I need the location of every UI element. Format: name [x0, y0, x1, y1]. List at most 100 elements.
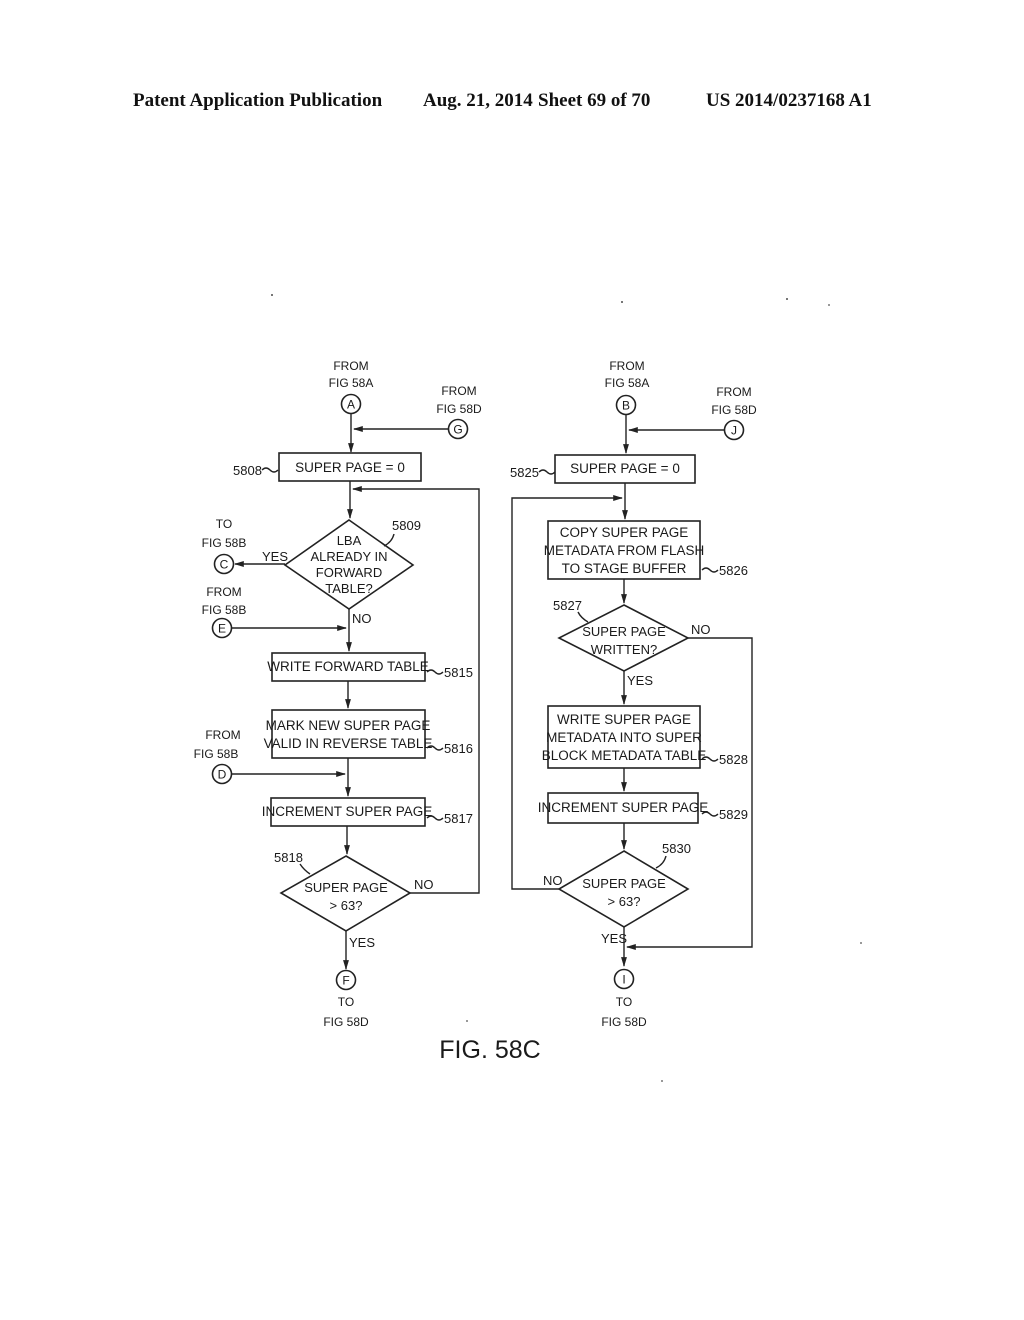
connector-g: FROM FIG 58D G	[436, 384, 482, 440]
connector-i-letter: I	[622, 973, 625, 987]
step-5818-ref: 5818	[274, 850, 303, 865]
step-5825: SUPER PAGE = 0 5825	[510, 454, 696, 484]
step-5827-no: NO	[691, 622, 711, 637]
step-5828-ref: 5828	[719, 752, 748, 767]
step-5817: INCREMENT SUPER PAGE 5817	[262, 797, 473, 827]
connector-c: TO FIG 58B C	[202, 517, 247, 575]
step-5828-line3: BLOCK METADATA TABLE	[542, 748, 707, 763]
step-5809: LBA ALREADY IN FORWARD TABLE? 5809 YES N…	[262, 518, 421, 626]
connector-j-line1: FROM	[716, 385, 751, 399]
connector-c-line2: FIG 58B	[202, 536, 247, 550]
step-5827-ref: 5827	[553, 598, 582, 613]
step-5818-no: NO	[414, 877, 434, 892]
step-5826-line3: TO STAGE BUFFER	[562, 561, 687, 576]
step-5827: SUPER PAGE WRITTEN? 5827 NO YES	[553, 598, 711, 688]
connector-g-letter: G	[453, 423, 462, 437]
step-5826-line2: METADATA FROM FLASH	[544, 543, 705, 558]
step-5829-text: INCREMENT SUPER PAGE	[538, 800, 709, 815]
step-5816-ref: 5816	[444, 741, 473, 756]
step-5808-ref: 5808	[233, 463, 262, 478]
connector-j-letter: J	[731, 424, 737, 438]
connector-a: FROM FIG 58A A	[329, 359, 374, 415]
step-5830-line1: SUPER PAGE	[582, 876, 666, 891]
step-5818-yes: YES	[349, 935, 375, 950]
step-5827-yes: YES	[627, 673, 653, 688]
scan-specks	[271, 294, 862, 1082]
connector-b-line2: FIG 58A	[605, 376, 650, 390]
step-5815: WRITE FORWARD TABLE 5815	[267, 652, 473, 682]
ref-leader	[701, 567, 719, 573]
connector-i: I TO FIG 58D	[601, 968, 647, 1029]
ref-leader	[538, 469, 556, 475]
connector-g-line1: FROM	[441, 384, 476, 398]
connector-d-line1: FROM	[205, 728, 240, 742]
connector-i-line1: TO	[616, 995, 632, 1009]
connector-f-line2: FIG 58D	[323, 1015, 369, 1029]
step-5826-line1: COPY SUPER PAGE	[560, 525, 689, 540]
step-5809-line4: TABLE?	[325, 581, 372, 596]
connector-f: F TO FIG 58D	[323, 969, 369, 1029]
connector-a-line2: FIG 58A	[329, 376, 374, 390]
step-5815-ref: 5815	[444, 665, 473, 680]
step-5818-line2: > 63?	[330, 898, 363, 913]
step-5826-ref: 5826	[719, 563, 748, 578]
step-5818: SUPER PAGE > 63? 5818 NO YES	[274, 850, 434, 950]
connector-e-line1: FROM	[206, 585, 241, 599]
ref-leader	[383, 533, 395, 547]
connector-c-line1: TO	[216, 517, 232, 531]
step-5809-yes: YES	[262, 549, 288, 564]
step-5825-ref: 5825	[510, 465, 539, 480]
step-5817-text: INCREMENT SUPER PAGE	[262, 804, 433, 819]
ref-leader	[577, 611, 589, 623]
connector-c-letter: C	[220, 558, 229, 572]
connector-d: FROM FIG 58B D	[194, 728, 241, 785]
ref-leader	[426, 669, 444, 675]
connector-e-line2: FIG 58B	[202, 603, 247, 617]
step-5809-no: NO	[352, 611, 372, 626]
connector-i-line2: FIG 58D	[601, 1015, 647, 1029]
step-5829: INCREMENT SUPER PAGE 5829	[538, 792, 748, 824]
connector-d-line2: FIG 58B	[194, 747, 239, 761]
connector-g-line2: FIG 58D	[436, 402, 482, 416]
step-5825-text: SUPER PAGE = 0	[570, 461, 680, 476]
flowchart: FROM FIG 58A A FROM FIG 58D G SUPER PAGE…	[194, 294, 862, 1082]
step-5830-ref: 5830	[662, 841, 691, 856]
step-5828-line1: WRITE SUPER PAGE	[557, 712, 691, 727]
ref-leader	[655, 855, 667, 869]
ref-leader	[299, 863, 311, 875]
connector-f-letter: F	[342, 974, 349, 988]
step-5829-ref: 5829	[719, 807, 748, 822]
step-5816: MARK NEW SUPER PAGE VALID IN REVERSE TAB…	[264, 709, 473, 759]
step-5808: SUPER PAGE = 0 5808	[233, 452, 422, 482]
left-flow: FROM FIG 58A A FROM FIG 58D G SUPER PAGE…	[194, 359, 482, 1029]
step-5818-line1: SUPER PAGE	[304, 880, 388, 895]
step-5827-line1: SUPER PAGE	[582, 624, 666, 639]
step-5809-line2: ALREADY IN	[310, 549, 387, 564]
connector-d-letter: D	[218, 768, 227, 782]
step-5809-line1: LBA	[337, 533, 362, 548]
step-5830-no: NO	[543, 873, 563, 888]
step-5830: SUPER PAGE > 63? 5830 NO YES	[543, 841, 691, 946]
connector-j: FROM FIG 58D J	[711, 385, 757, 441]
connector-a-line1: FROM	[333, 359, 368, 373]
step-5809-ref: 5809	[392, 518, 421, 533]
step-5826: COPY SUPER PAGE METADATA FROM FLASH TO S…	[544, 520, 748, 580]
connector-b-line1: FROM	[609, 359, 644, 373]
step-5816-line2: VALID IN REVERSE TABLE	[264, 736, 433, 751]
ref-leader	[261, 467, 279, 473]
connector-e-letter: E	[218, 622, 226, 636]
step-5816-line1: MARK NEW SUPER PAGE	[266, 718, 431, 733]
step-5827-line2: WRITTEN?	[591, 642, 657, 657]
connector-j-line2: FIG 58D	[711, 403, 757, 417]
step-5808-text: SUPER PAGE = 0	[295, 460, 405, 475]
step-5830-line2: > 63?	[608, 894, 641, 909]
figure-label: FIG. 58C	[439, 1036, 540, 1064]
step-5809-line3: FORWARD	[316, 565, 382, 580]
step-5828-line2: METADATA INTO SUPER	[546, 730, 702, 745]
right-flow: FROM FIG 58A B FROM FIG 58D J SUPER PAGE…	[510, 359, 757, 1029]
step-5815-text: WRITE FORWARD TABLE	[267, 659, 429, 674]
connector-a-letter: A	[347, 398, 355, 412]
step-5828: WRITE SUPER PAGE METADATA INTO SUPER BLO…	[542, 705, 748, 769]
step-5817-ref: 5817	[444, 811, 473, 826]
connector-f-line1: TO	[338, 995, 354, 1009]
